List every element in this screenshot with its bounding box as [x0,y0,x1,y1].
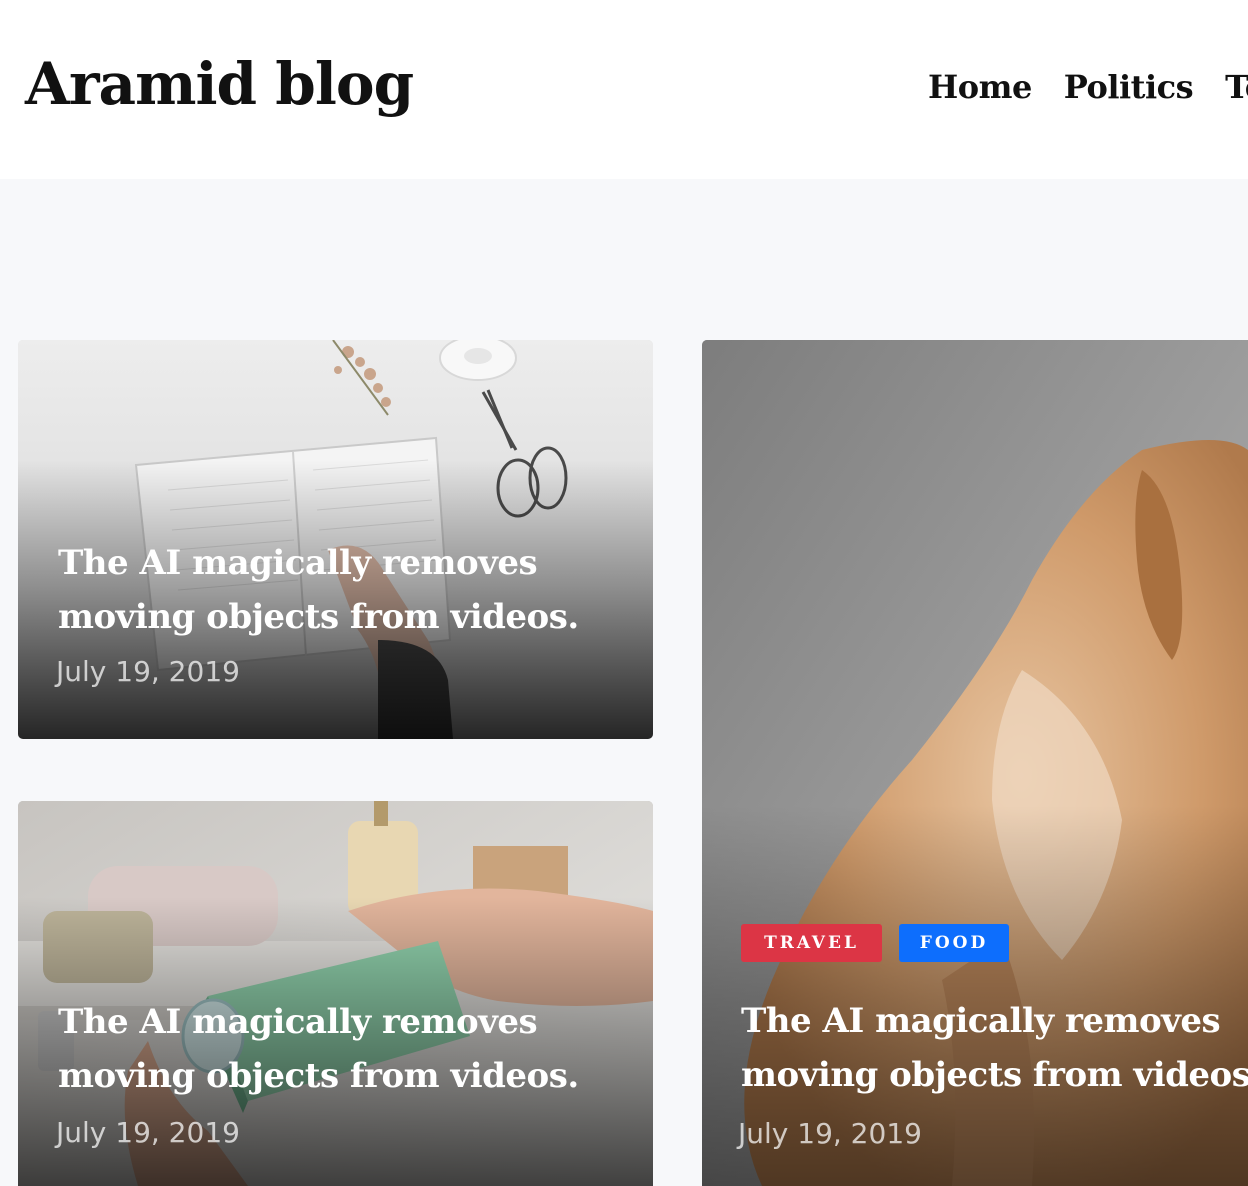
post-title[interactable]: The AI magically removes moving objects … [58,995,618,1103]
post-date: July 19, 2019 [738,1117,922,1150]
post-card-planner[interactable]: The AI magically removes moving objects … [18,340,653,739]
post-card-hubble[interactable]: The AI magically removes moving objects … [18,801,653,1186]
post-card-dog[interactable]: TRAVEL FOOD The AI magically removes mov… [702,340,1248,1186]
post-title[interactable]: The AI magically removes moving objects … [741,994,1248,1102]
nav-link-truncated[interactable]: Te [1225,62,1248,112]
post-date: July 19, 2019 [56,655,240,688]
tag-travel[interactable]: TRAVEL [741,924,882,962]
main-nav: Home Politics Te [928,62,1248,112]
post-tags: TRAVEL FOOD [741,924,1009,962]
site-logo[interactable]: Aramid blog [25,40,414,128]
site-header: Aramid blog Home Politics Te [0,0,1248,179]
tag-food[interactable]: FOOD [899,924,1009,962]
nav-link-politics[interactable]: Politics [1064,62,1194,112]
post-title[interactable]: The AI magically removes moving objects … [58,536,618,644]
post-date: July 19, 2019 [56,1116,240,1149]
nav-link-home[interactable]: Home [928,62,1032,112]
